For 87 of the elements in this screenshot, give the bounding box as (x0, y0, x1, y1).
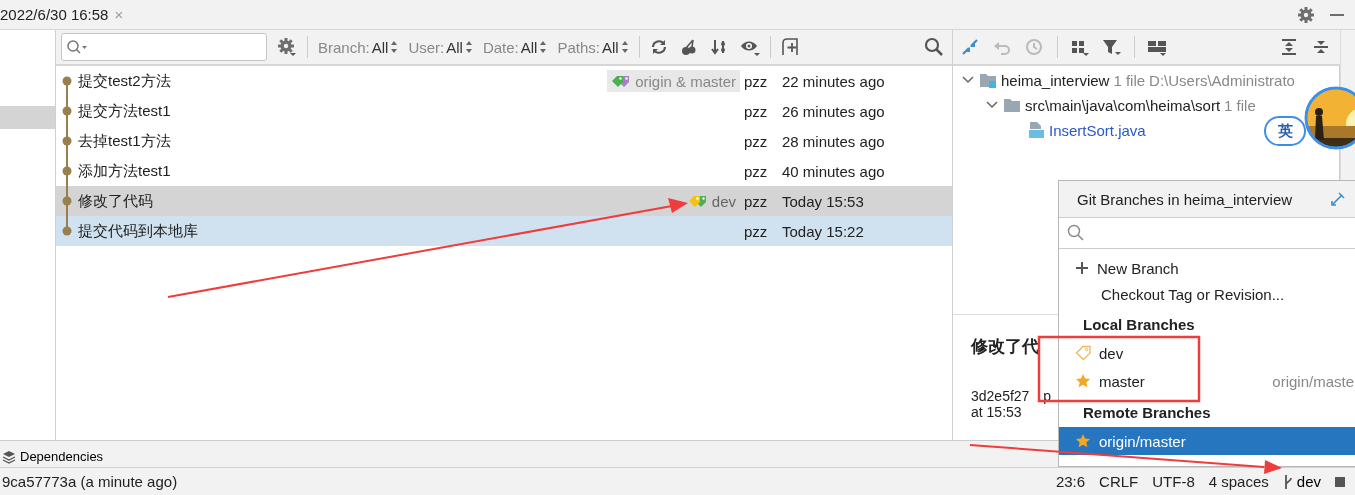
star-icon (1075, 433, 1091, 449)
commit-time: at 15:53 (971, 404, 1022, 420)
status-item[interactable]: 23:6 (1055, 473, 1086, 490)
branch-name: origin/master (1099, 432, 1187, 450)
file-count: 1 file (1113, 71, 1146, 89)
tag-icon (687, 193, 708, 209)
section-heading: Remote Branches (1082, 403, 1212, 423)
tree-row[interactable]: InsertSort.java (953, 117, 1146, 143)
commit-row[interactable]: 添加方法test1 pzz 40 minutes ago (56, 156, 952, 186)
commit-message: 提交方法test1 (78, 101, 172, 121)
search-icon[interactable] (924, 37, 944, 57)
menu-item[interactable]: Checkout Tag or Revision... (1059, 281, 1355, 307)
branch-icon (1282, 473, 1293, 490)
section-heading: Local Branches (1082, 315, 1196, 335)
commit-row[interactable]: 修改了代码 dev pzz Today 15:53 (56, 186, 952, 216)
commit-date: 28 minutes ago (782, 132, 886, 150)
file-path: D:\Users\Administrato (1149, 71, 1295, 89)
branch-item[interactable]: master origin/maste (1059, 367, 1355, 395)
tree-row[interactable]: src\main\java\com\heima\sort 1 file (953, 92, 1256, 118)
filter-dropdown[interactable]: Paths:All (557, 38, 629, 56)
file-name: InsertSort.java (1049, 121, 1146, 139)
branch-label: dev (683, 190, 740, 212)
commit-author: pzz (744, 222, 769, 240)
menu-item[interactable]: New Branch (1059, 255, 1355, 281)
commit-date: 22 minutes ago (782, 72, 886, 90)
branch-name: dev (1099, 344, 1125, 362)
star-icon (1075, 373, 1091, 389)
sort-arrows-icon (464, 40, 473, 54)
pin-icon[interactable] (1330, 191, 1346, 207)
add-bracket-icon[interactable] (780, 37, 801, 57)
file-count: 1 file (1224, 96, 1256, 114)
status-item[interactable]: UTF-8 (1152, 473, 1195, 490)
sort-arrows-icon (390, 40, 399, 54)
commit-title: 修改了代 (971, 336, 1039, 358)
folder-icon (1003, 96, 1021, 115)
branch-widget[interactable]: dev (1282, 473, 1321, 490)
status-item[interactable]: 4 spaces (1208, 473, 1269, 490)
tool-window-tab[interactable]: Dependencies (2, 449, 104, 464)
search-icon (1067, 224, 1085, 242)
commit-date: 26 minutes ago (782, 102, 886, 120)
commit-date: Today 15:53 (782, 192, 865, 210)
tree-row[interactable]: heima_interview 1 file D:\Users\Administrato (953, 67, 1295, 93)
commit-date: Today 15:22 (782, 222, 865, 240)
commit-row[interactable]: 提交方法test1 pzz 26 minutes ago (56, 96, 952, 126)
sort-arrows-icon (539, 40, 548, 54)
commit-message: 修改了代码 (78, 191, 154, 211)
commit-message: 去掉test1方法 (78, 131, 172, 151)
status-item[interactable]: CRLF (1099, 473, 1139, 490)
tracking-branch: origin/maste (1272, 372, 1355, 390)
sort-arrows-icon (620, 40, 629, 54)
search-icon (66, 39, 88, 55)
java-file-icon (1027, 121, 1045, 140)
commit-author: pzz (744, 102, 769, 120)
branch-label: origin & master (607, 70, 740, 92)
commit-author: pzz (744, 132, 769, 150)
plus-icon (1075, 261, 1089, 275)
module-folder-icon (979, 71, 997, 90)
commit-row[interactable]: 提交test2方法 origin & master pzz 22 minutes ago (56, 66, 952, 96)
status-message: 9ca57773a (a minute ago) (2, 473, 178, 490)
settings-icon[interactable] (1297, 5, 1315, 24)
layers-icon (2, 449, 16, 464)
commit-row[interactable]: 提交代码到本地库 pzz Today 15:22 (56, 216, 952, 246)
commit-author: pzz (744, 72, 769, 90)
branch-name: master (1099, 372, 1146, 390)
settings-icon[interactable] (277, 37, 297, 57)
commit-author: pzz (744, 162, 769, 180)
commit-message: 提交test2方法 (78, 71, 172, 91)
tag-icon (1075, 345, 1091, 361)
commit-message: 提交代码到本地库 (78, 221, 199, 241)
branch-item[interactable]: origin/master (1059, 427, 1355, 455)
filter-dropdown[interactable]: User:All (408, 38, 473, 56)
tag-icon (611, 73, 632, 89)
commit-row[interactable]: 去掉test1方法 pzz 28 minutes ago (56, 126, 952, 156)
tab-title[interactable]: 2022/6/30 16:58 (0, 6, 109, 23)
lock-icon (1335, 476, 1345, 487)
filter-dropdown[interactable]: Date:All (482, 38, 548, 56)
filter-dropdown[interactable]: Branch:All (318, 38, 399, 56)
branch-item[interactable]: dev (1059, 339, 1355, 367)
commit-message: 添加方法test1 (78, 161, 172, 181)
search-field[interactable] (61, 33, 267, 61)
collapse-arrows-icon[interactable] (961, 37, 981, 56)
file-name: heima_interview (1001, 71, 1110, 89)
commit-date: 40 minutes ago (782, 162, 886, 180)
commit-author: pzz (744, 192, 769, 210)
file-name: src\main\java\com\heima\sort (1025, 96, 1221, 114)
filter-icon[interactable] (1102, 37, 1122, 56)
popup-title: Git Branches in heima_interview (1077, 190, 1294, 208)
